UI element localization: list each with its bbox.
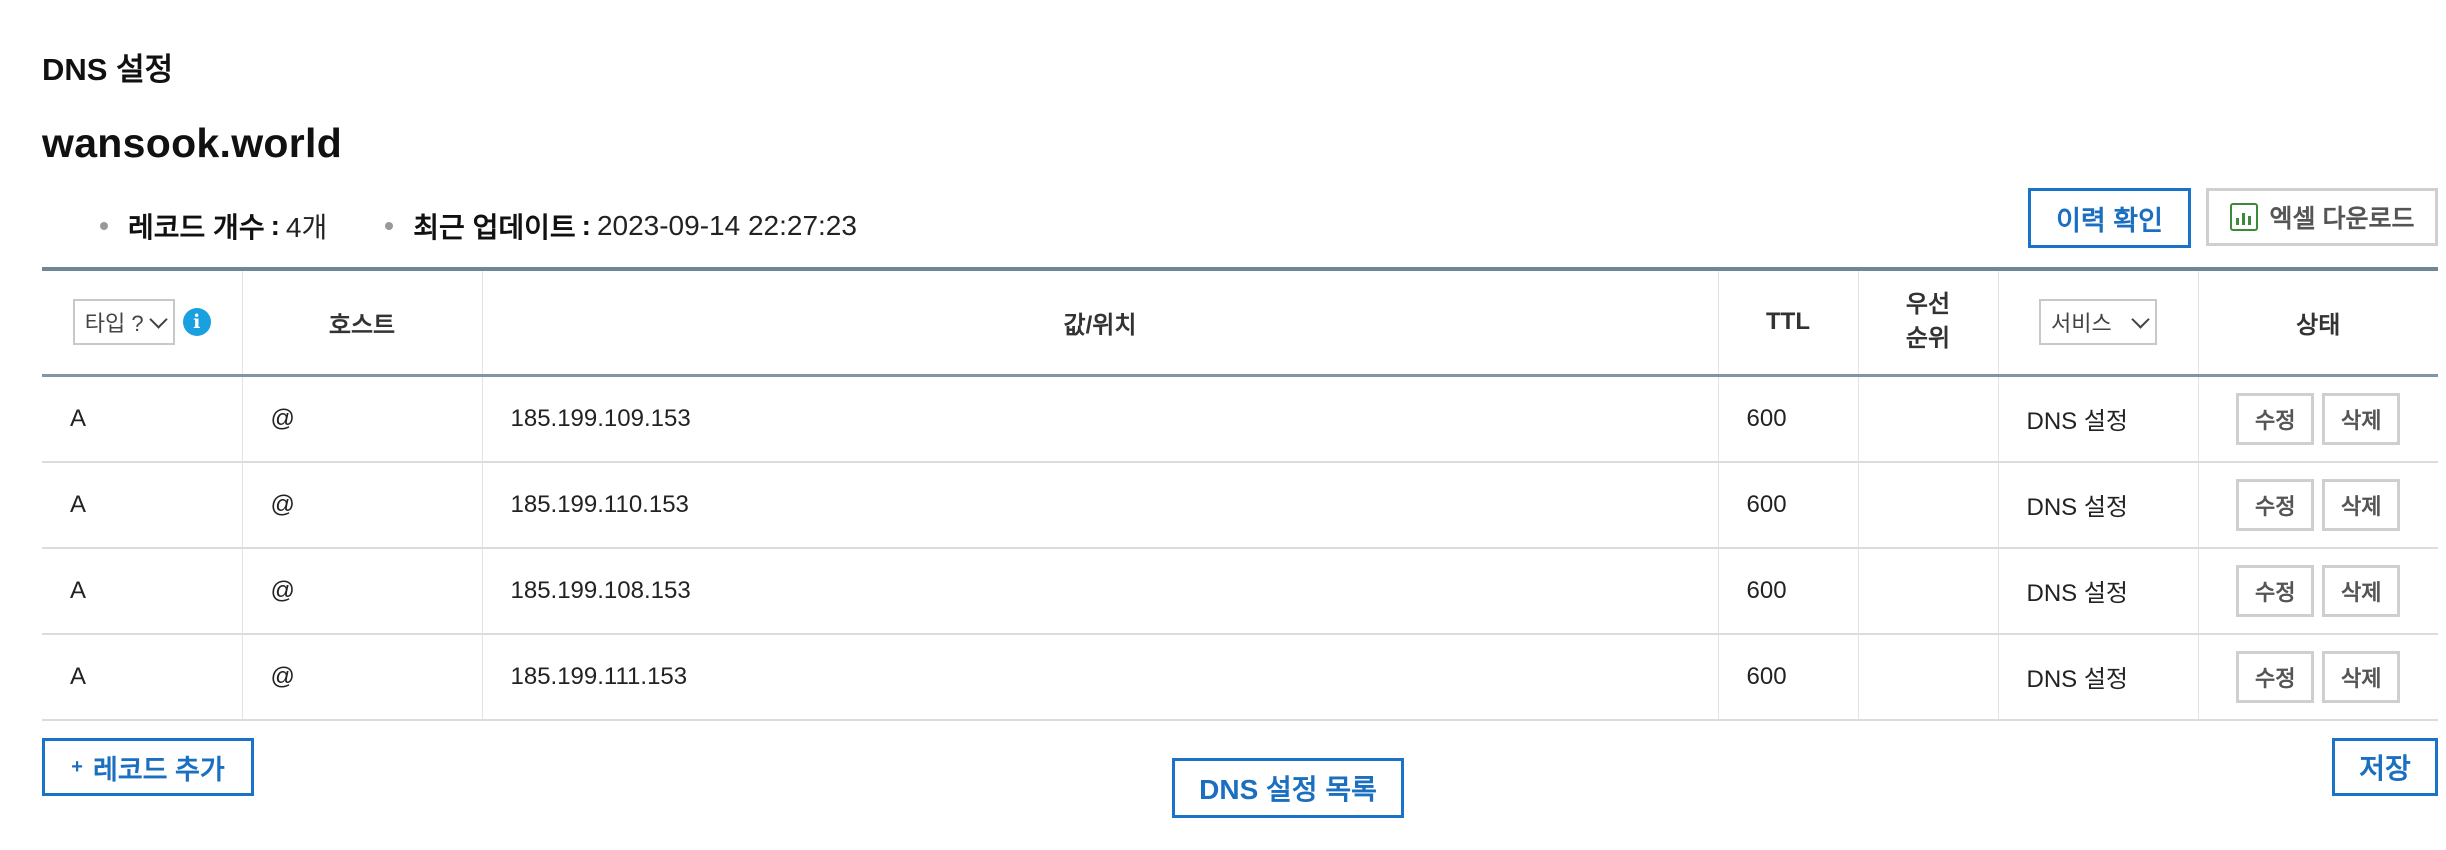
dns-list-button[interactable]: DNS 설정 목록 bbox=[1172, 758, 1404, 818]
priority-label-line2: 순위 bbox=[1905, 325, 1951, 353]
bullet-icon bbox=[100, 222, 108, 230]
record-host-cell: @ bbox=[241, 461, 482, 548]
record-priority-cell bbox=[1857, 375, 1998, 462]
edit-button[interactable]: 수정 bbox=[2236, 564, 2315, 617]
service-filter-select[interactable]: 서비스 bbox=[2039, 299, 2157, 346]
record-ttl-cell: 600 bbox=[1717, 547, 1858, 634]
table-row: A @185.199.110.153 600 DNS 설정 수정 삭제 bbox=[42, 461, 2439, 548]
record-service-cell: DNS 설정 bbox=[1997, 633, 2198, 720]
row-action-buttons: 수정 삭제 bbox=[2199, 650, 2439, 703]
row-action-buttons: 수정 삭제 bbox=[2199, 478, 2439, 531]
row-action-buttons: 수정 삭제 bbox=[2199, 564, 2439, 617]
edit-button[interactable]: 수정 bbox=[2236, 650, 2315, 703]
edit-button[interactable]: 수정 bbox=[2236, 478, 2315, 531]
record-ttl-cell: 600 bbox=[1717, 461, 1858, 548]
edit-button[interactable]: 수정 bbox=[2236, 392, 2315, 445]
record-priority-cell bbox=[1857, 633, 1998, 720]
table-row: A @185.199.111.153 600 DNS 설정 수정 삭제 bbox=[42, 633, 2439, 720]
save-button[interactable]: 저장 bbox=[2332, 738, 2438, 796]
chevron-down-icon bbox=[149, 310, 168, 329]
priority-label-line1: 우선 bbox=[1905, 291, 1951, 319]
record-host-cell: @ bbox=[241, 547, 482, 634]
record-value-cell: 185.199.111.153 bbox=[481, 633, 1718, 720]
dns-settings-page: DNS 설정 wansook.world 레코드 개수 : 4개 최근 업데이트… bbox=[0, 0, 2446, 850]
plus-icon: + bbox=[71, 755, 83, 778]
delete-button[interactable]: 삭제 bbox=[2322, 478, 2401, 531]
record-value-cell: 185.199.109.153 bbox=[481, 375, 1718, 462]
add-record-button[interactable]: + 레코드 추가 bbox=[42, 738, 254, 796]
value-header: 값/위치 bbox=[481, 269, 1718, 375]
table-row: A @185.199.108.153 600 DNS 설정 수정 삭제 bbox=[42, 547, 2439, 634]
add-record-label: 레코드 추가 bbox=[92, 754, 225, 785]
excel-download-label: 엑셀 다운로드 bbox=[2269, 205, 2415, 233]
type-header: 타입 ? i bbox=[42, 269, 242, 375]
service-filter-value: 서비스 bbox=[2051, 311, 2112, 337]
last-updated-label: 최근 업데이트 bbox=[413, 212, 576, 243]
type-filter-value: 타입 ? bbox=[84, 311, 144, 337]
type-filter-select[interactable]: 타입 ? bbox=[72, 299, 175, 346]
last-updated: 최근 업데이트 : 2023-09-14 22:27:23 bbox=[385, 206, 857, 246]
last-updated-value: 2023-09-14 22:27:23 bbox=[596, 210, 857, 241]
record-ttl-cell: 600 bbox=[1717, 633, 1858, 720]
record-actions-cell: 수정 삭제 bbox=[2197, 547, 2439, 634]
record-value-cell: 185.199.108.153 bbox=[481, 547, 1718, 634]
status-header: 상태 bbox=[2197, 269, 2438, 375]
record-actions-cell: 수정 삭제 bbox=[2197, 461, 2439, 548]
record-host-cell: @ bbox=[241, 375, 482, 462]
history-button[interactable]: 이력 확인 bbox=[2028, 188, 2191, 248]
record-type-cell: A bbox=[70, 490, 87, 518]
delete-button[interactable]: 삭제 bbox=[2322, 650, 2401, 703]
record-type-cell: A bbox=[70, 576, 87, 604]
record-priority-cell bbox=[1857, 461, 1998, 548]
bar-chart-icon bbox=[2229, 203, 2258, 231]
meta-separator: : bbox=[270, 210, 280, 241]
chevron-down-icon bbox=[2131, 310, 2150, 329]
bullet-icon bbox=[385, 222, 394, 230]
record-service-cell: DNS 설정 bbox=[1997, 461, 2198, 548]
delete-button[interactable]: 삭제 bbox=[2322, 392, 2401, 445]
record-actions-cell: 수정 삭제 bbox=[2197, 375, 2439, 462]
record-meta: 레코드 개수 : 4개 최근 업데이트 : 2023-09-14 22:27:2… bbox=[100, 206, 857, 246]
record-service-cell: DNS 설정 bbox=[1997, 375, 2198, 462]
excel-download-button[interactable]: 엑셀 다운로드 bbox=[2206, 188, 2438, 246]
record-count-value: 4개 bbox=[285, 212, 328, 243]
record-ttl-cell: 600 bbox=[1717, 375, 1858, 462]
dns-records-table: 타입 ? i 호스트 값/위치 TTL 우선 순위 서비스 상태 A @ 185… bbox=[42, 267, 2438, 721]
row-action-buttons: 수정 삭제 bbox=[2199, 392, 2439, 445]
info-icon[interactable]: i bbox=[182, 308, 211, 337]
record-type-cell: A bbox=[70, 662, 87, 690]
record-priority-cell bbox=[1857, 547, 1998, 634]
service-header: 서비스 bbox=[1997, 269, 2198, 375]
meta-separator: : bbox=[581, 210, 591, 241]
record-service-cell: DNS 설정 bbox=[1997, 547, 2198, 634]
priority-header: 우선 순위 bbox=[1857, 269, 1998, 375]
record-count: 레코드 개수 : 4개 bbox=[100, 206, 327, 246]
ttl-header: TTL bbox=[1717, 269, 1858, 375]
domain-title: wansook.world bbox=[42, 120, 343, 166]
table-row: A @185.199.109.153 600 DNS 설정 수정 삭제 bbox=[42, 375, 2438, 462]
record-count-label: 레코드 개수 bbox=[128, 212, 265, 243]
section-title: DNS 설정 bbox=[42, 52, 174, 87]
record-value-cell: 185.199.110.153 bbox=[481, 461, 1718, 548]
record-type-cell: A bbox=[70, 404, 87, 432]
delete-button[interactable]: 삭제 bbox=[2322, 564, 2401, 617]
record-host-cell: @ bbox=[241, 633, 482, 720]
host-header: 호스트 bbox=[241, 269, 482, 375]
record-actions-cell: 수정 삭제 bbox=[2197, 633, 2439, 720]
table-header-row: 타입 ? i 호스트 값/위치 TTL 우선 순위 서비스 상태 bbox=[42, 269, 2438, 375]
